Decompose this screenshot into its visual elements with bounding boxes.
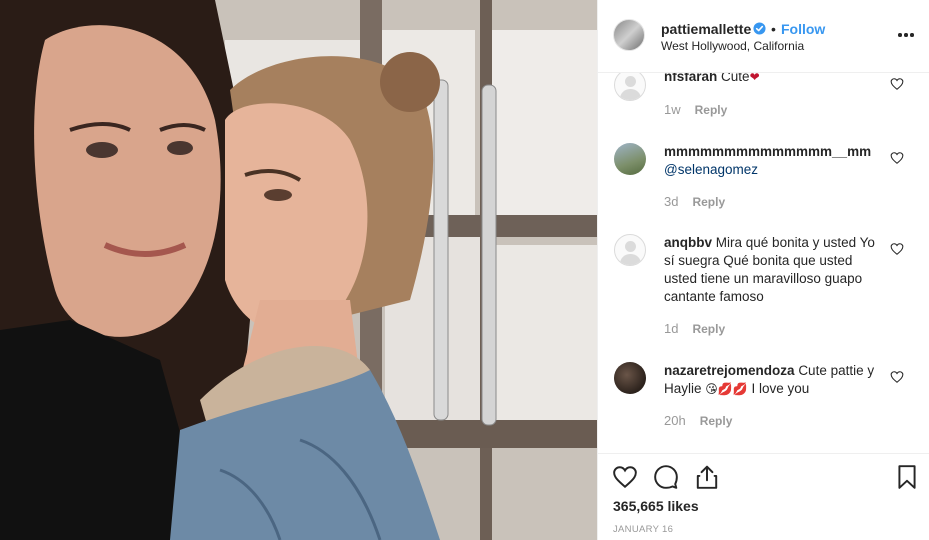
post-photo[interactable] [0, 0, 597, 540]
follow-button[interactable]: Follow [781, 21, 825, 37]
commenter-avatar[interactable] [614, 143, 646, 175]
post-date[interactable]: JANUARY 16 [613, 524, 673, 535]
comment-body: anqbbv Mira qué bonita y usted Yo sí sue… [664, 234, 884, 306]
comment-meta: 1d Reply [664, 321, 725, 336]
reply-button[interactable]: Reply [695, 103, 728, 117]
commenter-avatar[interactable] [614, 362, 646, 394]
comment-body: nazaretrejomendoza Cute pattie y Haylie … [664, 362, 884, 398]
mention-link[interactable]: @selenagomez [664, 162, 758, 177]
like-comment-icon[interactable] [890, 242, 904, 256]
comment-meta: 20h Reply [664, 413, 732, 428]
share-icon[interactable] [694, 464, 720, 490]
reply-button[interactable]: Reply [692, 195, 725, 209]
more-options-icon[interactable] [896, 27, 916, 43]
save-bookmark-icon[interactable] [894, 464, 920, 490]
comment-age[interactable]: 1w [664, 102, 681, 117]
like-heart-icon[interactable] [612, 464, 638, 490]
commenter-username[interactable]: mmmmmmmmmmmmmm__mm [664, 144, 871, 159]
comment-meta: 3d Reply [664, 194, 725, 209]
commenter-avatar[interactable] [614, 73, 646, 101]
comments-list[interactable]: nfsfarah Cute❤ 1w Reply mmmmmmmmmmmmmm__m… [598, 73, 929, 453]
comment-bubble-icon[interactable] [653, 464, 679, 490]
comment-age[interactable]: 3d [664, 194, 678, 209]
likes-count[interactable]: 365,665 likes [613, 498, 699, 514]
comment-text: Cute [721, 73, 750, 84]
comment-age[interactable]: 1d [664, 321, 678, 336]
like-comment-icon[interactable] [890, 151, 904, 165]
kiss-emoji: 😘💋💋 [705, 382, 748, 396]
comment-age[interactable]: 20h [664, 413, 686, 428]
commenter-username[interactable]: anqbbv [664, 235, 712, 250]
post-actions: 365,665 likes JANUARY 16 [598, 453, 929, 540]
comment-body: mmmmmmmmmmmmmm__mm @selenagomez [664, 143, 884, 179]
post-sidebar: pattiemallette • Follow West Hollywood, … [597, 0, 929, 540]
like-comment-icon[interactable] [890, 370, 904, 384]
author-username[interactable]: pattiemallette [661, 21, 751, 37]
like-comment-icon[interactable] [890, 77, 904, 91]
reply-button[interactable]: Reply [692, 322, 725, 336]
comment-meta: 1w Reply [664, 102, 727, 117]
reply-button[interactable]: Reply [700, 414, 733, 428]
commenter-username[interactable]: nfsfarah [664, 73, 717, 84]
author-avatar[interactable] [613, 19, 645, 51]
photo-illustration [0, 0, 597, 540]
commenter-avatar[interactable] [614, 234, 646, 266]
commenter-username[interactable]: nazaretrejomendoza [664, 363, 795, 378]
separator-dot: • [771, 21, 776, 37]
verified-badge-icon [753, 22, 766, 35]
heart-emoji: ❤ [749, 73, 760, 84]
post-location[interactable]: West Hollywood, California [661, 39, 804, 53]
post-header: pattiemallette • Follow West Hollywood, … [598, 0, 929, 73]
comment-body: nfsfarah Cute❤ [664, 73, 884, 86]
comment-text-end: I love you [751, 381, 810, 396]
